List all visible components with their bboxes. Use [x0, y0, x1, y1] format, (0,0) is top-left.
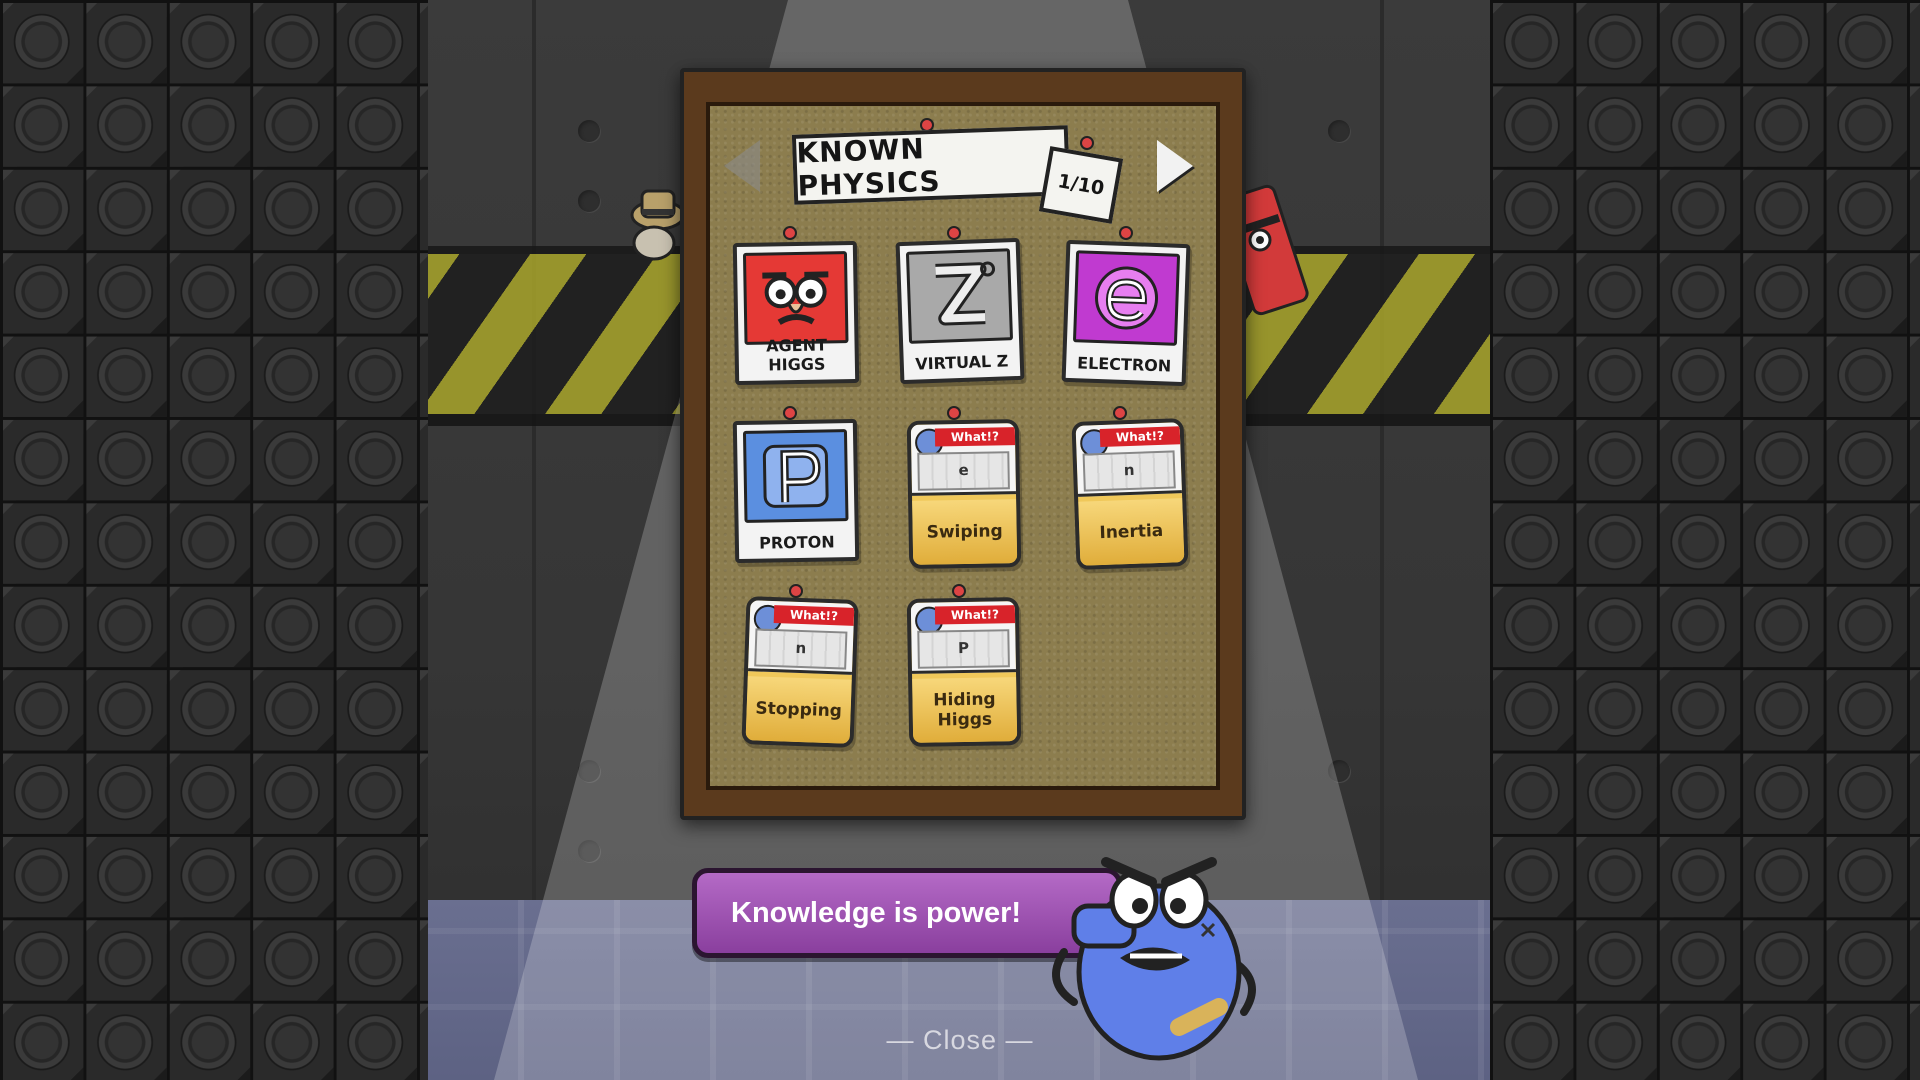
dialog-text: Knowledge is power!: [731, 896, 1022, 929]
agent-higgs-portrait-icon: [742, 251, 849, 345]
previous-page-arrow-icon[interactable]: [724, 140, 760, 192]
what-tag: What!?: [773, 605, 855, 626]
page-indicator: 1/10: [1038, 146, 1124, 224]
board-title: KNOWN PHYSICS: [791, 125, 1071, 205]
right-tile-wall: [1490, 0, 1920, 1080]
card-preview: What!? P: [910, 601, 1017, 674]
pin-icon: [1113, 406, 1127, 420]
card-proton[interactable]: PROTON: [732, 418, 860, 564]
card-label: ELECTRON: [1076, 353, 1172, 376]
next-page-arrow-icon[interactable]: [1157, 140, 1193, 192]
wall-seam: [532, 0, 536, 900]
rivet: [578, 190, 600, 212]
angry-blue-mascot-icon: [1052, 857, 1256, 1061]
left-tile-wall: [0, 0, 428, 1080]
card-label: PROTON: [758, 532, 835, 553]
card-preview: What!? e: [910, 423, 1017, 496]
card-hiding-higgs[interactable]: What!? P Hiding Higgs: [906, 597, 1022, 747]
card-label: VIRTUAL Z: [914, 351, 1009, 374]
electron-portrait-icon: [1072, 250, 1181, 346]
scene-preview-icon: n: [754, 628, 848, 670]
pin-icon: [1119, 226, 1133, 240]
close-button[interactable]: — Close —: [880, 1025, 1040, 1056]
card-agent-higgs[interactable]: AGENT HIGGS: [732, 240, 860, 386]
card-stopping[interactable]: What!? n Stopping: [741, 596, 859, 748]
what-tag: What!?: [1099, 426, 1181, 448]
pin-icon: [1080, 136, 1094, 150]
proton-portrait-icon: [742, 429, 849, 523]
card-electron[interactable]: ELECTRON: [1061, 239, 1191, 387]
wall-seam: [1380, 0, 1384, 900]
card-preview: What!? n: [1075, 422, 1183, 497]
card-preview: What!? n: [747, 600, 855, 675]
scene-preview-icon: P: [917, 629, 1010, 669]
what-tag: What!?: [934, 605, 1016, 625]
card-swiping[interactable]: What!? e Swiping: [906, 419, 1022, 569]
rivet: [578, 120, 600, 142]
pin-icon: [783, 406, 797, 420]
card-label: Hiding Higgs: [912, 677, 1018, 743]
pin-icon: [783, 226, 797, 240]
pin-icon: [789, 584, 803, 598]
card-virtual-z[interactable]: VIRTUAL Z: [895, 237, 1025, 385]
what-tag: What!?: [934, 427, 1016, 447]
pin-icon: [952, 584, 966, 598]
card-label: Stopping: [745, 676, 852, 744]
card-label: AGENT HIGGS: [766, 335, 828, 375]
pin-icon: [947, 406, 961, 420]
card-label: Swiping: [912, 499, 1018, 565]
rivet: [1328, 120, 1350, 142]
scene-preview-icon: n: [1082, 450, 1176, 492]
pin-icon: [947, 226, 961, 240]
card-label: Inertia: [1078, 498, 1185, 566]
virtual-z-portrait-icon: [905, 248, 1014, 344]
scene-preview-icon: e: [917, 451, 1010, 491]
card-inertia[interactable]: What!? n Inertia: [1071, 418, 1189, 570]
